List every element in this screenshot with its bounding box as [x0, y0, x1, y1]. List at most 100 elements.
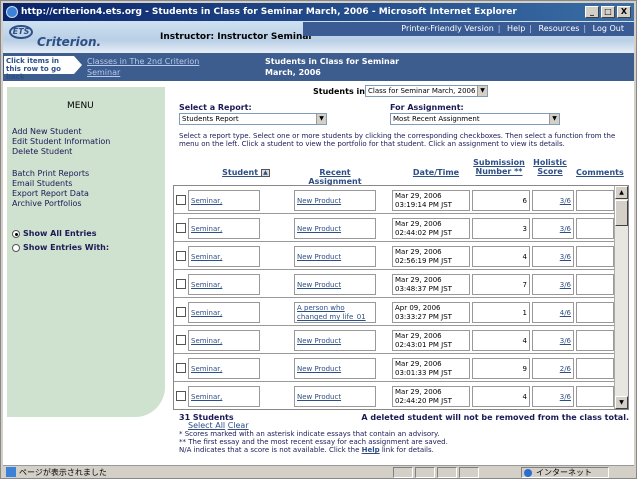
chevron-down-icon[interactable]: ▼ — [549, 114, 559, 124]
row-checkbox[interactable] — [176, 223, 186, 233]
help-inline-link[interactable]: Help — [362, 446, 380, 454]
cell-assignment[interactable]: New Product — [294, 218, 376, 239]
cell-student[interactable]: Seminar, Student06 — [188, 330, 260, 351]
radio-selected-icon[interactable] — [12, 229, 20, 238]
menu-batch-print[interactable]: Batch Print Reports — [12, 169, 89, 178]
cell-student[interactable]: Seminar, Student03 — [188, 246, 260, 267]
radio-unselected-icon[interactable] — [12, 243, 20, 252]
cell-assignment-text[interactable]: New Product — [297, 337, 341, 345]
row-checkbox[interactable] — [176, 307, 186, 317]
col-assignment-header[interactable]: Recent Assignment — [294, 168, 376, 186]
cell-score-text[interactable]: 3/6 — [560, 337, 571, 345]
cell-student[interactable]: Seminar, Student04 — [188, 274, 260, 295]
cell-student[interactable]: Seminar, Student01 — [188, 190, 260, 211]
cell-score[interactable]: 3/6 — [532, 386, 574, 407]
row-checkbox[interactable] — [176, 391, 186, 401]
cell-assignment[interactable]: A person who changed my life_01 — [294, 302, 376, 323]
cell-assignment[interactable]: New Product — [294, 330, 376, 351]
help-link[interactable]: Help — [507, 24, 525, 33]
report-select[interactable]: Students Report ▼ — [179, 113, 327, 125]
cell-score[interactable]: 3/6 — [532, 246, 574, 267]
cell-assignment[interactable]: New Product — [294, 274, 376, 295]
table-scrollbar[interactable]: ▲ ▼ — [614, 186, 628, 409]
cell-score-text[interactable]: 3/6 — [560, 281, 571, 289]
cell-student[interactable]: Seminar, Student07 — [188, 358, 260, 379]
row-checkbox[interactable] — [176, 251, 186, 261]
cell-student-text[interactable]: Seminar, Student05 — [191, 309, 227, 322]
cell-assignment-text[interactable]: New Product — [297, 365, 341, 373]
radio-show-all[interactable]: Show All Entries — [12, 229, 96, 238]
breadcrumb-link-line1[interactable]: Classes in The 2nd Criterion — [87, 56, 227, 67]
row-checkbox[interactable] — [176, 363, 186, 373]
col-holistic-header[interactable]: Holistic Score — [530, 158, 570, 176]
row-checkbox[interactable] — [176, 335, 186, 345]
menu-delete-student[interactable]: Delete Student — [12, 147, 72, 156]
menu-edit-student[interactable]: Edit Student Information — [12, 137, 110, 146]
scroll-up-icon[interactable]: ▲ — [615, 186, 628, 199]
menu-archive-portfolios[interactable]: Archive Portfolios — [12, 199, 82, 208]
cell-student[interactable]: Seminar, Student05 — [188, 302, 260, 323]
scroll-down-icon[interactable]: ▼ — [615, 396, 628, 409]
cell-assignment-text[interactable]: New Product — [297, 197, 341, 205]
close-button[interactable]: X — [617, 6, 631, 18]
menu-export-data[interactable]: Export Report Data — [12, 189, 89, 198]
cell-assignment-text[interactable]: New Product — [297, 281, 341, 289]
cell-student-text[interactable]: Seminar, Student08 — [191, 393, 227, 406]
cell-assignment[interactable]: New Product — [294, 190, 376, 211]
assignment-select[interactable]: Most Recent Assignment ▼ — [390, 113, 560, 125]
cell-student-text[interactable]: Seminar, Student06 — [191, 337, 227, 350]
cell-assignment[interactable]: New Product — [294, 358, 376, 379]
col-comments-header[interactable]: Comments — [576, 168, 624, 177]
cell-score-text[interactable]: 3/6 — [560, 197, 571, 205]
scroll-thumb[interactable] — [615, 200, 628, 226]
radio-show-with[interactable]: Show Entries With: — [12, 243, 109, 252]
col-submission-header[interactable]: Submission Number ** — [470, 158, 528, 176]
row-checkbox[interactable] — [176, 195, 186, 205]
menu-email-students[interactable]: Email Students — [12, 179, 72, 188]
cell-score-text[interactable]: 4/6 — [560, 309, 571, 317]
minimize-button[interactable]: _ — [585, 6, 599, 18]
cell-score-text[interactable]: 3/6 — [560, 393, 571, 401]
cell-student-text[interactable]: Seminar, Student07 — [191, 365, 227, 378]
page-header: ETS Criterion. Instructor: Instructor Se… — [3, 21, 634, 53]
col-student-label[interactable]: Student — [222, 168, 258, 177]
row-checkbox[interactable] — [176, 279, 186, 289]
cell-score-text[interactable]: 3/6 — [560, 225, 571, 233]
col-datetime-header[interactable]: Date/Time — [408, 168, 464, 177]
maximize-button[interactable]: □ — [601, 6, 615, 18]
cell-assignment-text[interactable]: New Product — [297, 253, 341, 261]
clear-link[interactable]: Clear — [228, 421, 249, 430]
class-select[interactable]: Class for Seminar March, 2006 ▼ — [365, 85, 488, 97]
cell-score[interactable]: 4/6 — [532, 302, 574, 323]
select-all-link[interactable]: Select All — [188, 421, 225, 430]
cell-student-text[interactable]: Seminar, Student04 — [191, 281, 227, 294]
cell-score[interactable]: 3/6 — [532, 274, 574, 295]
chevron-down-icon[interactable]: ▼ — [316, 114, 326, 124]
cell-score[interactable]: 2/6 — [532, 358, 574, 379]
ets-logo[interactable]: ETS — [9, 25, 33, 39]
col-student-header[interactable]: Student ▲ — [216, 168, 276, 177]
cell-assignment-text[interactable]: A person who changed my life_01 — [297, 304, 366, 321]
cell-assignment-text[interactable]: New Product — [297, 225, 341, 233]
logout-link[interactable]: Log Out — [593, 24, 624, 33]
cell-score[interactable]: 3/6 — [532, 330, 574, 351]
cell-score-text[interactable]: 3/6 — [560, 253, 571, 261]
menu-add-student[interactable]: Add New Student — [12, 127, 82, 136]
breadcrumb-classes-link[interactable]: Classes in The 2nd Criterion Seminar — [87, 56, 227, 78]
cell-student-text[interactable]: Seminar, Student03 — [191, 253, 227, 266]
cell-assignment[interactable]: New Product — [294, 386, 376, 407]
cell-student-text[interactable]: Seminar, Student01 — [191, 197, 227, 210]
chevron-down-icon[interactable]: ▼ — [477, 86, 487, 96]
cell-assignment[interactable]: New Product — [294, 246, 376, 267]
cell-assignment-text[interactable]: New Product — [297, 393, 341, 401]
cell-score[interactable]: 3/6 — [532, 190, 574, 211]
printer-friendly-link[interactable]: Printer-Friendly Version — [401, 24, 494, 33]
cell-score[interactable]: 3/6 — [532, 218, 574, 239]
cell-score-text[interactable]: 2/6 — [560, 365, 571, 373]
breadcrumb-link-line2[interactable]: Seminar — [87, 67, 227, 78]
cell-student[interactable]: Seminar, Student02 — [188, 218, 260, 239]
resources-link[interactable]: Resources — [539, 24, 580, 33]
cell-student[interactable]: Seminar, Student08 — [188, 386, 260, 407]
sort-icon[interactable]: ▲ — [260, 168, 270, 177]
cell-student-text[interactable]: Seminar, Student02 — [191, 225, 227, 238]
